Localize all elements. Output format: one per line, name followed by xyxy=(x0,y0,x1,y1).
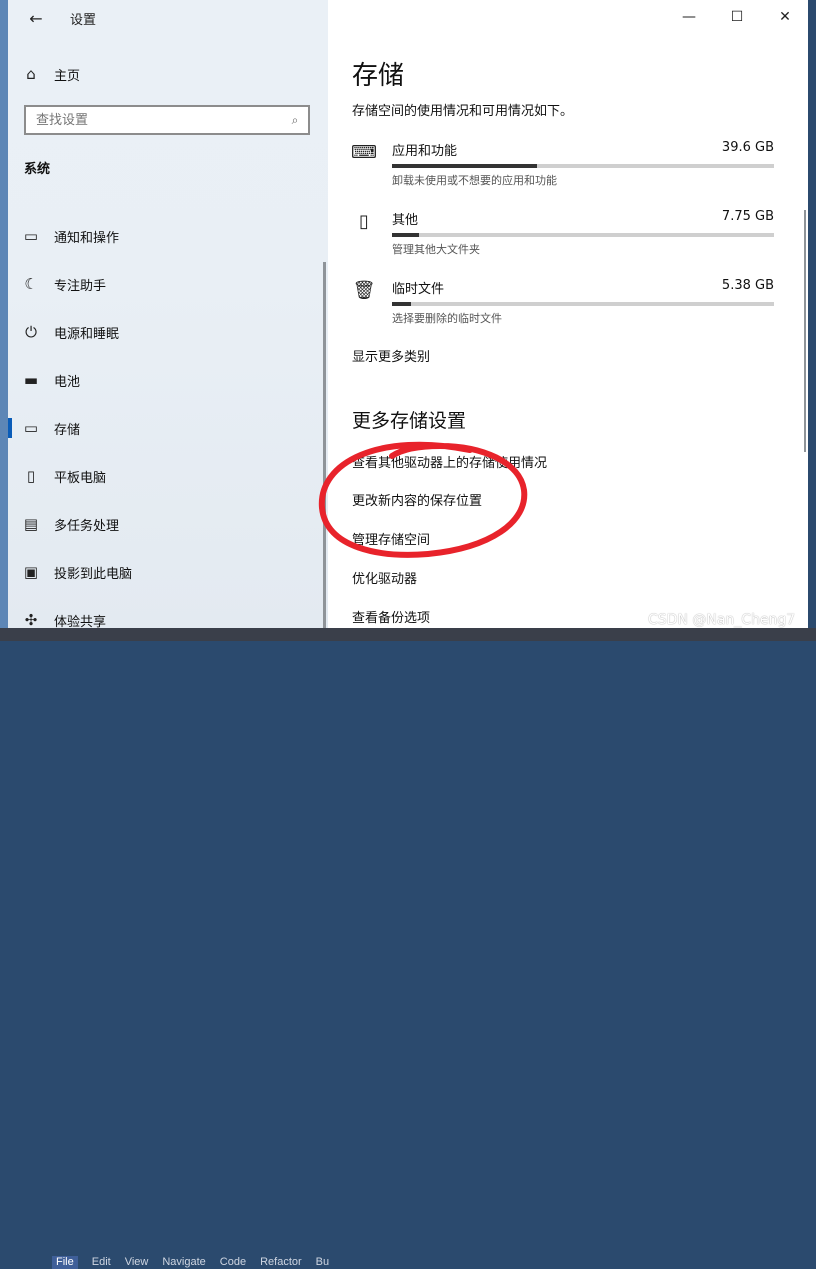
sidebar-item-label: 存储 xyxy=(54,422,81,438)
sidebar-item-storage[interactable]: ▭ 存储 xyxy=(8,410,326,446)
sidebar-item-label: 主页 xyxy=(54,68,81,84)
search-input[interactable] xyxy=(26,111,282,129)
watermark: CSDN @Nan_Cheng7 xyxy=(648,612,796,628)
usage-bar-fill xyxy=(392,164,538,168)
window-title: 设置 xyxy=(70,13,97,28)
keyboard-icon: ⌨ xyxy=(351,141,377,163)
sidebar-item-notifications[interactable]: ▭ 通知和操作 xyxy=(8,218,326,254)
maximize-icon[interactable]: ☐ xyxy=(714,0,760,34)
bg-menu-build: Bu xyxy=(315,1256,330,1268)
bg-menu-edit: Edit xyxy=(91,1256,111,1268)
arrow-left-icon[interactable]: ← xyxy=(24,6,48,30)
usage-bar xyxy=(392,233,774,237)
search-icon[interactable]: ⌕ xyxy=(282,113,308,128)
sidebar-item-label: 通知和操作 xyxy=(54,230,120,246)
storage-item-name: 临时文件 xyxy=(392,282,445,297)
view-other-drives-link[interactable]: 查看其他驱动器上的存储使用情况 xyxy=(352,452,547,471)
change-save-location-link[interactable]: 更改新内容的保存位置 xyxy=(352,490,482,509)
storage-item-size: 7.75 GB xyxy=(721,209,774,224)
multitask-icon: ▤ xyxy=(23,515,39,533)
sidebar-item-battery[interactable]: ▬ 电池 xyxy=(8,362,326,398)
message-icon: ▭ xyxy=(23,227,39,245)
sidebar-item-label: 投影到此电脑 xyxy=(54,566,133,582)
manage-storage-spaces-link[interactable]: 管理存储空间 xyxy=(352,529,430,548)
bg-menu-view: View xyxy=(124,1256,149,1268)
sidebar-item-focus-assist[interactable]: ☾ 专注助手 xyxy=(8,266,326,302)
bg-menu-file: File xyxy=(52,1256,78,1269)
storage-icon: ▭ xyxy=(23,419,39,437)
usage-bar xyxy=(392,164,774,168)
folder-icon: ▯ xyxy=(359,210,369,232)
sidebar-item-label: 专注助手 xyxy=(54,278,107,294)
sidebar-item-tablet[interactable]: ▯ 平板电脑 xyxy=(8,458,326,494)
share-icon: ✣ xyxy=(24,611,38,628)
project-icon: ▣ xyxy=(23,563,39,581)
main-content: — ☐ ✕ 存储 存储空间的使用情况和可用情况如下。 ⌨ 应用和功能 39.6 … xyxy=(328,0,808,628)
sidebar-scrollbar[interactable] xyxy=(323,262,326,628)
sidebar-item-home[interactable]: ⌂ 主页 xyxy=(8,56,326,92)
storage-item-size: 39.6 GB xyxy=(721,140,774,155)
page-subtitle: 存储空间的使用情况和可用情况如下。 xyxy=(352,104,574,119)
sidebar-item-multitasking[interactable]: ▤ 多任务处理 xyxy=(8,506,326,542)
trash-icon: 🗑 xyxy=(352,279,376,301)
storage-item-apps[interactable]: ⌨ 应用和功能 39.6 GB 卸载未使用或不想要的应用和功能 xyxy=(351,140,774,200)
storage-item-name: 其他 xyxy=(392,213,419,228)
view-backup-options-link[interactable]: 查看备份选项 xyxy=(352,607,430,626)
content-scrollbar[interactable] xyxy=(804,210,806,452)
sidebar-item-label: 体验共享 xyxy=(54,614,107,629)
background-ide-menubar: File Edit View Navigate Code Refactor Bu xyxy=(0,628,816,1269)
minimize-icon[interactable]: — xyxy=(666,0,712,34)
usage-bar-fill xyxy=(392,302,412,306)
sidebar-item-project[interactable]: ▣ 投影到此电脑 xyxy=(8,554,326,590)
storage-item-desc: 选择要删除的临时文件 xyxy=(392,312,502,325)
section-heading: 系统 xyxy=(24,162,51,177)
storage-item-size: 5.38 GB xyxy=(721,278,774,293)
page-title: 存储 xyxy=(352,61,405,91)
bg-menu-code: Code xyxy=(219,1256,247,1268)
optimize-drives-link[interactable]: 优化驱动器 xyxy=(352,568,417,587)
home-icon: ⌂ xyxy=(26,65,36,83)
sidebar-item-label: 电池 xyxy=(54,374,81,390)
sidebar-item-shared-experiences[interactable]: ✣ 体验共享 xyxy=(8,602,326,628)
sidebar-item-label: 平板电脑 xyxy=(54,470,107,486)
usage-bar xyxy=(392,302,774,306)
sidebar-item-label: 电源和睡眠 xyxy=(54,326,120,342)
battery-icon: ▬ xyxy=(23,371,39,389)
bg-menu-refactor: Refactor xyxy=(260,1256,302,1268)
bg-menu-navigate: Navigate xyxy=(162,1256,206,1268)
storage-item-desc: 卸载未使用或不想要的应用和功能 xyxy=(392,174,557,187)
storage-item-temp[interactable]: 🗑 临时文件 5.38 GB 选择要删除的临时文件 xyxy=(352,278,774,338)
show-more-categories-link[interactable]: 显示更多类别 xyxy=(352,346,430,365)
sidebar: ← 设置 ⌂ 主页 ⌕ 系统 ▭ 通知和操作 ☾ 专注助手 ⏻ 电源和睡眠 ▬ … xyxy=(8,0,328,628)
sidebar-item-power[interactable]: ⏻ 电源和睡眠 xyxy=(8,314,326,350)
sidebar-item-label: 多任务处理 xyxy=(54,518,120,534)
power-icon: ⏻ xyxy=(25,323,37,341)
background-window-edge xyxy=(0,0,8,641)
storage-item-desc: 管理其他大文件夹 xyxy=(392,243,480,256)
usage-bar-fill xyxy=(392,233,419,237)
search-box[interactable]: ⌕ xyxy=(24,105,310,135)
close-icon[interactable]: ✕ xyxy=(762,0,808,34)
storage-item-name: 应用和功能 xyxy=(392,144,458,159)
moon-icon: ☾ xyxy=(24,275,38,293)
tablet-icon: ▯ xyxy=(26,467,36,485)
more-storage-settings-heading: 更多存储设置 xyxy=(352,410,467,432)
storage-item-other[interactable]: ▯ 其他 7.75 GB 管理其他大文件夹 xyxy=(352,209,774,269)
settings-window: ← 设置 ⌂ 主页 ⌕ 系统 ▭ 通知和操作 ☾ 专注助手 ⏻ 电源和睡眠 ▬ … xyxy=(8,0,808,628)
